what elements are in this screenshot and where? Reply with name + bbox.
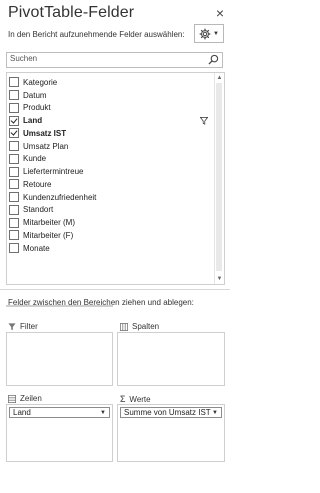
unused: [6, 305, 113, 307]
chevron-down-icon[interactable]: ▼: [212, 410, 218, 416]
field-checkbox[interactable]: [9, 179, 19, 190]
rows-area-label: Zeilen: [20, 394, 42, 403]
field-checkbox[interactable]: [9, 77, 19, 88]
rows-field-land[interactable]: Land ▼: [9, 407, 110, 418]
field-label: Kunde: [23, 154, 47, 164]
field-item[interactable]: Umsatz IST: [9, 127, 214, 140]
columns-area-label: Spalten: [132, 322, 160, 331]
field-label: Umsatz Plan: [23, 141, 69, 151]
columns-icon: [120, 322, 128, 331]
values-area-label: Werte: [129, 394, 151, 404]
values-drop-zone[interactable]: Summe von Umsatz IST ▼: [117, 404, 225, 462]
scroll-thumb[interactable]: [216, 83, 222, 271]
field-item[interactable]: Standort: [9, 204, 214, 217]
section-divider: [0, 289, 230, 290]
field-filter-icon[interactable]: [200, 116, 208, 125]
pane-title: PivotTable-Felder: [8, 4, 135, 21]
columns-area-header: Spalten: [120, 322, 159, 331]
field-checkbox[interactable]: [9, 204, 19, 215]
field-item[interactable]: Mitarbeiter (F): [9, 229, 214, 242]
field-select-instruction: In den Bericht aufzunehmende Felder ausw…: [8, 30, 185, 39]
filter-drop-zone[interactable]: [6, 332, 113, 386]
rows-field-label: Land: [13, 408, 31, 417]
field-label: Kategorie: [23, 77, 58, 87]
field-checkbox[interactable]: [9, 153, 19, 164]
field-item[interactable]: Produkt: [9, 102, 214, 115]
field-item[interactable]: Monate: [9, 242, 214, 255]
field-item[interactable]: Liefertermintreue: [9, 165, 214, 178]
field-label: Datum: [23, 90, 47, 100]
field-checkbox[interactable]: [9, 230, 19, 241]
scroll-down-icon[interactable]: ▼: [216, 275, 223, 283]
search-icon: [208, 54, 219, 65]
scrollbar[interactable]: ▲ ▼: [214, 73, 224, 284]
field-label: Umsatz IST: [23, 128, 67, 138]
search-input[interactable]: Suchen: [6, 52, 223, 68]
columns-drop-zone[interactable]: [117, 332, 225, 386]
field-item[interactable]: Kunde: [9, 153, 214, 166]
values-area-header: Σ Werte: [120, 394, 151, 404]
filter-area-label: Filter: [20, 322, 38, 331]
field-checkbox[interactable]: [9, 192, 19, 203]
search-placeholder: Suchen: [10, 54, 38, 63]
field-label: Land: [23, 116, 43, 126]
close-icon[interactable]: ×: [216, 5, 224, 21]
values-field-sum-umsatz-ist[interactable]: Summe von Umsatz IST ▼: [120, 407, 222, 418]
field-list[interactable]: Kategorie Datum Produkt Land Umsatz IST Umsat…: [6, 72, 225, 285]
field-checkbox[interactable]: [9, 102, 19, 113]
field-label: Produkt: [23, 103, 51, 113]
sigma-icon: Σ: [120, 394, 126, 404]
field-label: Kundenzufriedenheit: [23, 192, 97, 202]
field-checkbox[interactable]: [9, 217, 19, 228]
field-label: Mitarbeiter (M): [23, 218, 76, 228]
chevron-down-icon[interactable]: ▼: [100, 410, 106, 416]
field-label: Monate: [23, 243, 50, 253]
field-checkbox[interactable]: [9, 243, 19, 254]
scroll-up-icon[interactable]: ▲: [216, 74, 223, 82]
field-item[interactable]: Kundenzufriedenheit: [9, 191, 214, 204]
field-checkbox[interactable]: [9, 166, 19, 177]
field-label: Mitarbeiter (F): [23, 230, 74, 240]
field-item[interactable]: Mitarbeiter (M): [9, 216, 214, 229]
field-item[interactable]: Datum: [9, 89, 214, 102]
rows-icon: [8, 394, 16, 403]
field-item[interactable]: Umsatz Plan: [9, 140, 214, 153]
field-checkbox[interactable]: [9, 115, 19, 126]
chevron-down-icon: ▼: [213, 30, 219, 37]
field-checkbox[interactable]: [9, 90, 19, 101]
field-checkbox[interactable]: [9, 128, 19, 139]
field-label: Retoure: [23, 179, 52, 189]
field-label: Standort: [23, 205, 54, 215]
gear-icon: [199, 28, 211, 39]
rows-area-header: Zeilen: [8, 394, 42, 403]
field-item[interactable]: Land: [9, 114, 214, 127]
field-item[interactable]: Retoure: [9, 178, 214, 191]
values-field-label: Summe von Umsatz IST: [124, 408, 211, 417]
tools-button[interactable]: ▼: [194, 24, 224, 43]
filter-area-header: Filter: [8, 322, 38, 331]
field-checkbox[interactable]: [9, 141, 19, 152]
rows-drop-zone[interactable]: Land ▼: [6, 404, 113, 462]
field-label: Liefertermintreue: [23, 167, 84, 177]
field-item[interactable]: Kategorie: [9, 76, 214, 89]
filter-icon: [8, 322, 16, 330]
